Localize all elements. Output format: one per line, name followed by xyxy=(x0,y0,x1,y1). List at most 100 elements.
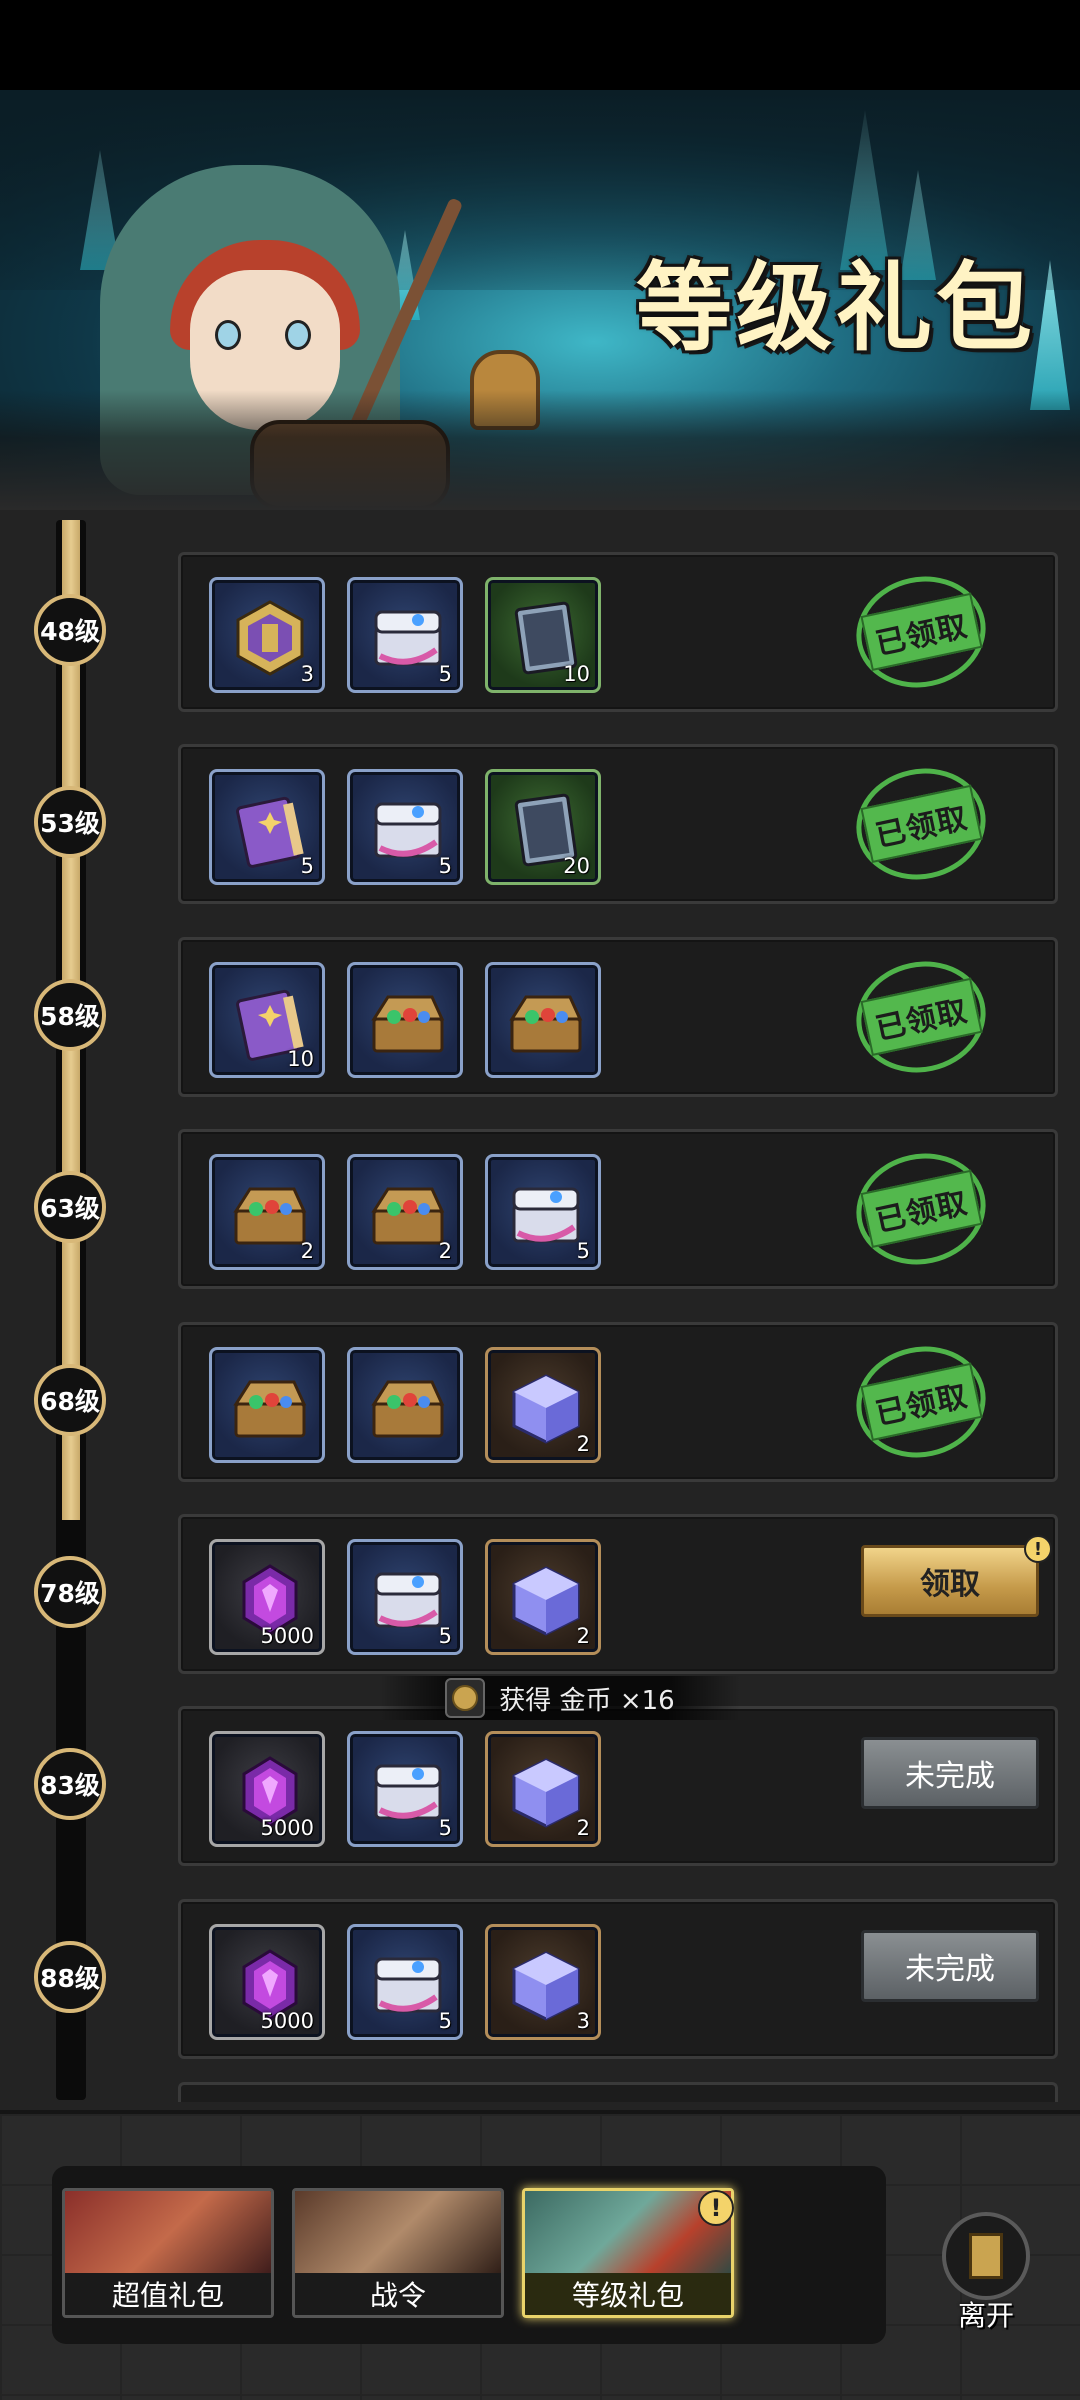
reward-row: 5000 5 2 未完成 xyxy=(178,1706,1058,1866)
crystal-cube-icon xyxy=(506,1752,586,1832)
leave-label: 离开 xyxy=(957,2299,1014,2332)
item-quantity: 10 xyxy=(287,1047,314,1071)
reward-item[interactable]: 5 xyxy=(347,769,463,885)
level-badge: 58级 xyxy=(34,979,106,1051)
claimed-stamp: 已领取 xyxy=(845,949,997,1085)
reward-item[interactable]: 5 xyxy=(485,1154,601,1270)
tab-label: 超值礼包 xyxy=(65,2273,271,2315)
reward-item[interactable]: 2 xyxy=(485,1539,601,1655)
item-quantity: 5000 xyxy=(260,1816,314,1840)
reward-row: 5000 5 3 未完成 xyxy=(178,1899,1058,2059)
claimed-stamp: 已领取 xyxy=(845,1141,997,1277)
incomplete-button[interactable]: 未完成 xyxy=(861,1930,1039,2002)
incomplete-button[interactable]: 未完成 xyxy=(861,1737,1039,1809)
reward-item[interactable]: 2 xyxy=(485,1731,601,1847)
level-badge: 68级 xyxy=(34,1364,106,1436)
item-quantity: 5000 xyxy=(260,2009,314,2033)
item-quantity: 5 xyxy=(438,854,452,878)
item-quantity: 2 xyxy=(438,1239,452,1263)
tab-art xyxy=(65,2191,271,2279)
level-badge: 88级 xyxy=(34,1941,106,2013)
reward-item[interactable]: 5 xyxy=(347,1924,463,2040)
crystal-cube-icon xyxy=(506,1560,586,1640)
reward-item[interactable]: 5 xyxy=(209,769,325,885)
reward-row: 2 2 5 已领取 xyxy=(178,1129,1058,1289)
claimed-stamp-label: 已领取 xyxy=(859,592,983,672)
item-quantity: 2 xyxy=(300,1239,314,1263)
reward-item[interactable] xyxy=(347,1347,463,1463)
item-quantity: 2 xyxy=(576,1624,590,1648)
status-bar xyxy=(0,0,1080,90)
treasure-chest-icon xyxy=(368,1752,448,1832)
reward-item[interactable]: 10 xyxy=(485,577,601,693)
reward-item[interactable]: 5 xyxy=(347,577,463,693)
tab-label: 战令 xyxy=(295,2273,501,2315)
reward-item[interactable]: 10 xyxy=(209,962,325,1078)
reward-item[interactable]: 5000 xyxy=(209,1731,325,1847)
treasure-chest-icon xyxy=(368,598,448,678)
item-quantity: 3 xyxy=(300,662,314,686)
gem-chest-icon xyxy=(368,983,448,1063)
gem-chest-icon xyxy=(230,1175,310,1255)
banner: 等级礼包 xyxy=(0,90,1080,510)
item-quantity: 5 xyxy=(576,1239,590,1263)
crystal-cube-icon xyxy=(506,1945,586,2025)
reward-item[interactable]: 20 xyxy=(485,769,601,885)
reward-item[interactable] xyxy=(347,962,463,1078)
exit-door-icon xyxy=(942,2212,1030,2300)
claim-button[interactable]: 领取 xyxy=(861,1545,1039,1617)
item-quantity: 5 xyxy=(438,662,452,686)
treasure-chest-icon xyxy=(368,1945,448,2025)
alert-icon: ! xyxy=(698,2190,734,2226)
level-badge: 63级 xyxy=(34,1171,106,1243)
level-badge: 83级 xyxy=(34,1748,106,1820)
toast-text: 获得 金币 ×16 xyxy=(499,1685,675,1716)
reward-item[interactable]: 5000 xyxy=(209,1924,325,2040)
level-badge: 48级 xyxy=(34,594,106,666)
reward-row: 5000 5 2 领取! xyxy=(178,1514,1058,1674)
crystal-cube-icon xyxy=(506,1368,586,1448)
claimed-stamp-label: 已领取 xyxy=(859,784,983,864)
gem-chest-icon xyxy=(368,1175,448,1255)
reward-item[interactable] xyxy=(485,962,601,1078)
reward-item[interactable]: 5 xyxy=(347,1539,463,1655)
reward-toast: 获得 金币 ×16 xyxy=(380,1676,740,1720)
tab-label: 等级礼包 xyxy=(525,2273,731,2315)
reward-row-partial xyxy=(178,2082,1058,2102)
page-title: 等级礼包 xyxy=(636,251,1036,364)
reward-row: 2 已领取 xyxy=(178,1322,1058,1482)
rune-medal-icon xyxy=(230,598,310,678)
tab-value-pack[interactable]: 超值礼包 xyxy=(62,2188,274,2318)
reward-item[interactable] xyxy=(209,1347,325,1463)
alert-icon: ! xyxy=(1024,1535,1052,1563)
level-badge: 78级 xyxy=(34,1556,106,1628)
treasure-chest-icon xyxy=(368,790,448,870)
reward-item[interactable]: 5 xyxy=(347,1731,463,1847)
item-quantity: 5000 xyxy=(260,1624,314,1648)
claimed-stamp-label: 已领取 xyxy=(859,977,983,1057)
item-quantity: 5 xyxy=(438,1816,452,1840)
reward-item[interactable]: 2 xyxy=(347,1154,463,1270)
tab-battle-pass[interactable]: 战令 xyxy=(292,2188,504,2318)
item-quantity: 2 xyxy=(576,1432,590,1456)
reward-item[interactable]: 2 xyxy=(485,1347,601,1463)
claimed-stamp: 已领取 xyxy=(845,1334,997,1470)
claimed-stamp: 已领取 xyxy=(845,756,997,892)
leave-button[interactable]: 离开 xyxy=(936,2212,1036,2332)
claimed-stamp-label: 已领取 xyxy=(859,1362,983,1442)
gem-chest-icon xyxy=(368,1368,448,1448)
claimed-stamp-label: 已领取 xyxy=(859,1169,983,1249)
reward-item[interactable]: 2 xyxy=(209,1154,325,1270)
item-quantity: 20 xyxy=(563,854,590,878)
reward-item[interactable]: 5000 xyxy=(209,1539,325,1655)
gem-chest-icon xyxy=(506,983,586,1063)
gem-chest-icon xyxy=(230,1368,310,1448)
spell-book-icon xyxy=(230,790,310,870)
item-quantity: 5 xyxy=(438,1624,452,1648)
reward-row: 5 5 20 已领取 xyxy=(178,744,1058,904)
reward-item[interactable]: 3 xyxy=(209,577,325,693)
tab-art xyxy=(295,2191,501,2279)
item-quantity: 5 xyxy=(300,854,314,878)
reward-item[interactable]: 3 xyxy=(485,1924,601,2040)
item-quantity: 10 xyxy=(563,662,590,686)
